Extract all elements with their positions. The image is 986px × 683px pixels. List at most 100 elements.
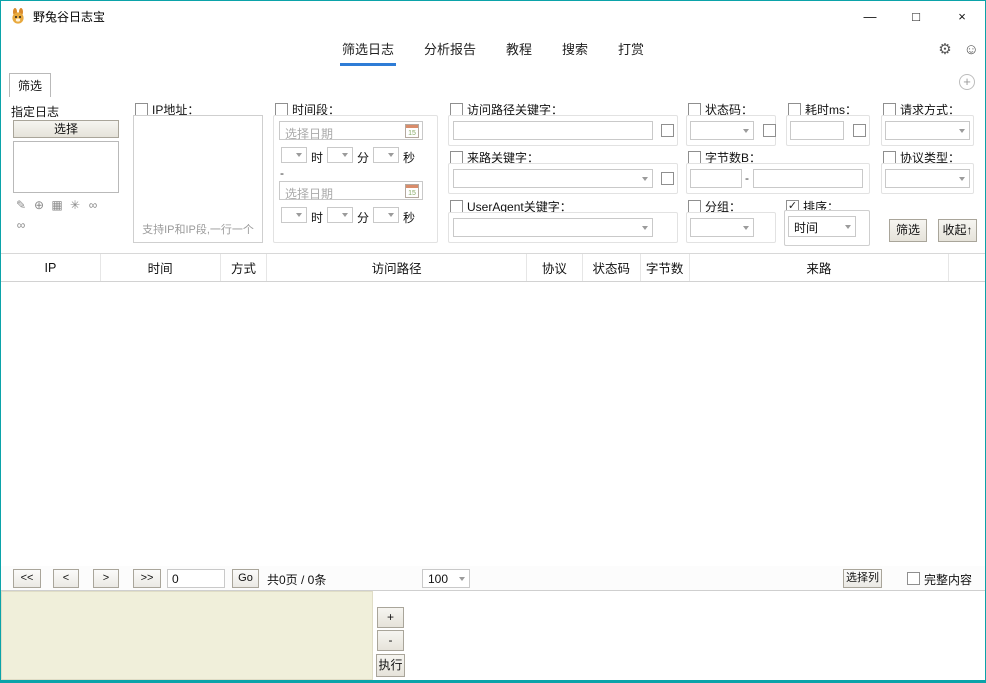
window-title: 野兔谷日志宝 (33, 8, 105, 25)
log-table-body[interactable] (1, 282, 985, 566)
spider-icon[interactable]: ✳ (67, 197, 83, 213)
chevron-down-icon (642, 226, 648, 230)
pagination-bar: << < > >> Go 共0页 / 0条 100 选择列 完整内容 (1, 566, 985, 591)
referer-exclude-checkbox[interactable] (661, 172, 674, 185)
link-icon[interactable]: ∞ (85, 197, 101, 213)
last-page-button[interactable]: >> (133, 569, 161, 588)
chevron-down-icon (459, 577, 465, 581)
nav-tabs: 筛选日志 分析报告 教程 搜索 打赏 (1, 31, 985, 67)
column-header-path[interactable]: 访问路径 (267, 254, 526, 281)
hour-label: 时 (311, 209, 323, 226)
path-exclude-checkbox[interactable] (661, 124, 674, 137)
add-log-icon[interactable]: ⊕ (31, 197, 47, 213)
memo-icon[interactable]: ✎ (13, 197, 29, 213)
chevron-down-icon (642, 177, 648, 181)
window-controls: — □ × (847, 1, 985, 31)
nav-icons: ⚙ ☺ (938, 31, 979, 67)
bytes-separator: - (745, 171, 749, 185)
filter-tab-strip: 筛选 + (1, 67, 985, 97)
script-input-area[interactable] (1, 591, 373, 680)
chevron-down-icon (388, 213, 394, 217)
smiley-icon[interactable]: ☺ (964, 41, 979, 58)
nav-tab-donate[interactable]: 打赏 (616, 32, 646, 66)
start-second-combo[interactable] (373, 147, 399, 163)
log-listbox[interactable] (13, 141, 119, 193)
date-start-input[interactable]: 选择日期 15 (279, 121, 423, 140)
nav-tab-search[interactable]: 搜索 (560, 32, 590, 66)
time-range-separator: - (280, 166, 284, 180)
second-label: 秒 (403, 149, 415, 166)
log-table-header: IP 时间 方式 访问路径 协议 状态码 字节数 来路 (1, 254, 985, 282)
prev-page-button[interactable]: < (53, 569, 79, 588)
bytes-min-input[interactable] (690, 169, 742, 188)
column-header-ip[interactable]: IP (1, 254, 101, 281)
filter-panel: 指定日志 选择 ✎ ⊕ ▦ ✳ ∞ ∞ IP地址： 支持IP和IP段,一行一个 … (1, 97, 985, 254)
full-content-checkbox[interactable] (907, 572, 920, 585)
execute-button[interactable]: 执行 (376, 654, 405, 677)
select-log-button[interactable]: 选择 (13, 120, 119, 138)
column-header-bytes[interactable]: 字节数 (641, 254, 690, 281)
status-code-combo[interactable] (690, 121, 754, 140)
chevron-down-icon (743, 129, 749, 133)
tab-filter[interactable]: 筛选 (9, 73, 51, 97)
chevron-down-icon (296, 153, 302, 157)
chevron-down-icon (743, 226, 749, 230)
useragent-keyword-combo[interactable] (453, 218, 653, 237)
site-grid-icon[interactable]: ▦ (49, 197, 65, 213)
hour-label: 时 (311, 149, 323, 166)
maximize-button[interactable]: □ (893, 1, 939, 31)
select-columns-button[interactable]: 选择列 (843, 569, 882, 588)
end-minute-combo[interactable] (327, 207, 353, 223)
filter-button[interactable]: 筛选 (889, 219, 927, 242)
minute-label: 分 (357, 149, 369, 166)
protocol-combo[interactable] (885, 169, 970, 188)
chevron-down-icon (959, 129, 965, 133)
title-bar: 野兔谷日志宝 — □ × (1, 1, 985, 31)
nav-bar: 筛选日志 分析报告 教程 搜索 打赏 ⚙ ☺ (1, 31, 985, 67)
log-group-label: 指定日志 (11, 103, 59, 120)
referer-keyword-combo[interactable] (453, 169, 653, 188)
go-button[interactable]: Go (232, 569, 259, 588)
gear-icon[interactable]: ⚙ (938, 40, 951, 58)
date-end-input[interactable]: 选择日期 15 (279, 181, 423, 200)
app-window: 野兔谷日志宝 — □ × 筛选日志 分析报告 教程 搜索 打赏 ⚙ ☺ 筛选 +… (0, 0, 986, 683)
first-page-button[interactable]: << (13, 569, 41, 588)
ip-textarea[interactable]: 支持IP和IP段,一行一个 (133, 115, 263, 243)
bytes-max-input[interactable] (753, 169, 863, 188)
method-combo[interactable] (885, 121, 970, 140)
elapsed-exclude-checkbox[interactable] (853, 124, 866, 137)
next-page-button[interactable]: > (93, 569, 119, 588)
minimize-button[interactable]: — (847, 1, 893, 31)
end-second-combo[interactable] (373, 207, 399, 223)
chevron-down-icon (342, 213, 348, 217)
column-header-referer[interactable]: 来路 (690, 254, 949, 281)
column-header-method[interactable]: 方式 (221, 254, 268, 281)
start-hour-combo[interactable] (281, 147, 307, 163)
nav-tab-analysis-report[interactable]: 分析报告 (422, 32, 478, 66)
page-size-combo[interactable]: 100 (422, 569, 470, 588)
start-minute-combo[interactable] (327, 147, 353, 163)
add-filter-tab-icon[interactable]: + (959, 74, 975, 90)
page-number-input[interactable] (167, 569, 225, 588)
calendar-icon[interactable]: 15 (405, 184, 419, 198)
group-by-combo[interactable] (690, 218, 754, 237)
path-keyword-input[interactable] (453, 121, 653, 140)
column-header-status[interactable]: 状态码 (583, 254, 641, 281)
add-row-button[interactable]: + (377, 607, 404, 628)
close-button[interactable]: × (939, 1, 985, 31)
column-header-time[interactable]: 时间 (101, 254, 221, 281)
nav-tab-tutorial[interactable]: 教程 (504, 32, 534, 66)
sort-combo[interactable]: 时间 (788, 216, 856, 237)
end-hour-combo[interactable] (281, 207, 307, 223)
collapse-button[interactable]: 收起↑ (938, 219, 977, 242)
status-exclude-checkbox[interactable] (763, 124, 776, 137)
column-header-protocol[interactable]: 协议 (527, 254, 583, 281)
chevron-down-icon (845, 225, 851, 229)
elapsed-input[interactable] (790, 121, 844, 140)
calendar-icon[interactable]: 15 (405, 124, 419, 138)
nav-tab-filter-log[interactable]: 筛选日志 (340, 32, 396, 66)
sort-value: 时间 (794, 219, 818, 236)
remove-row-button[interactable]: - (377, 630, 404, 651)
link2-icon[interactable]: ∞ (13, 217, 29, 233)
chevron-down-icon (388, 153, 394, 157)
